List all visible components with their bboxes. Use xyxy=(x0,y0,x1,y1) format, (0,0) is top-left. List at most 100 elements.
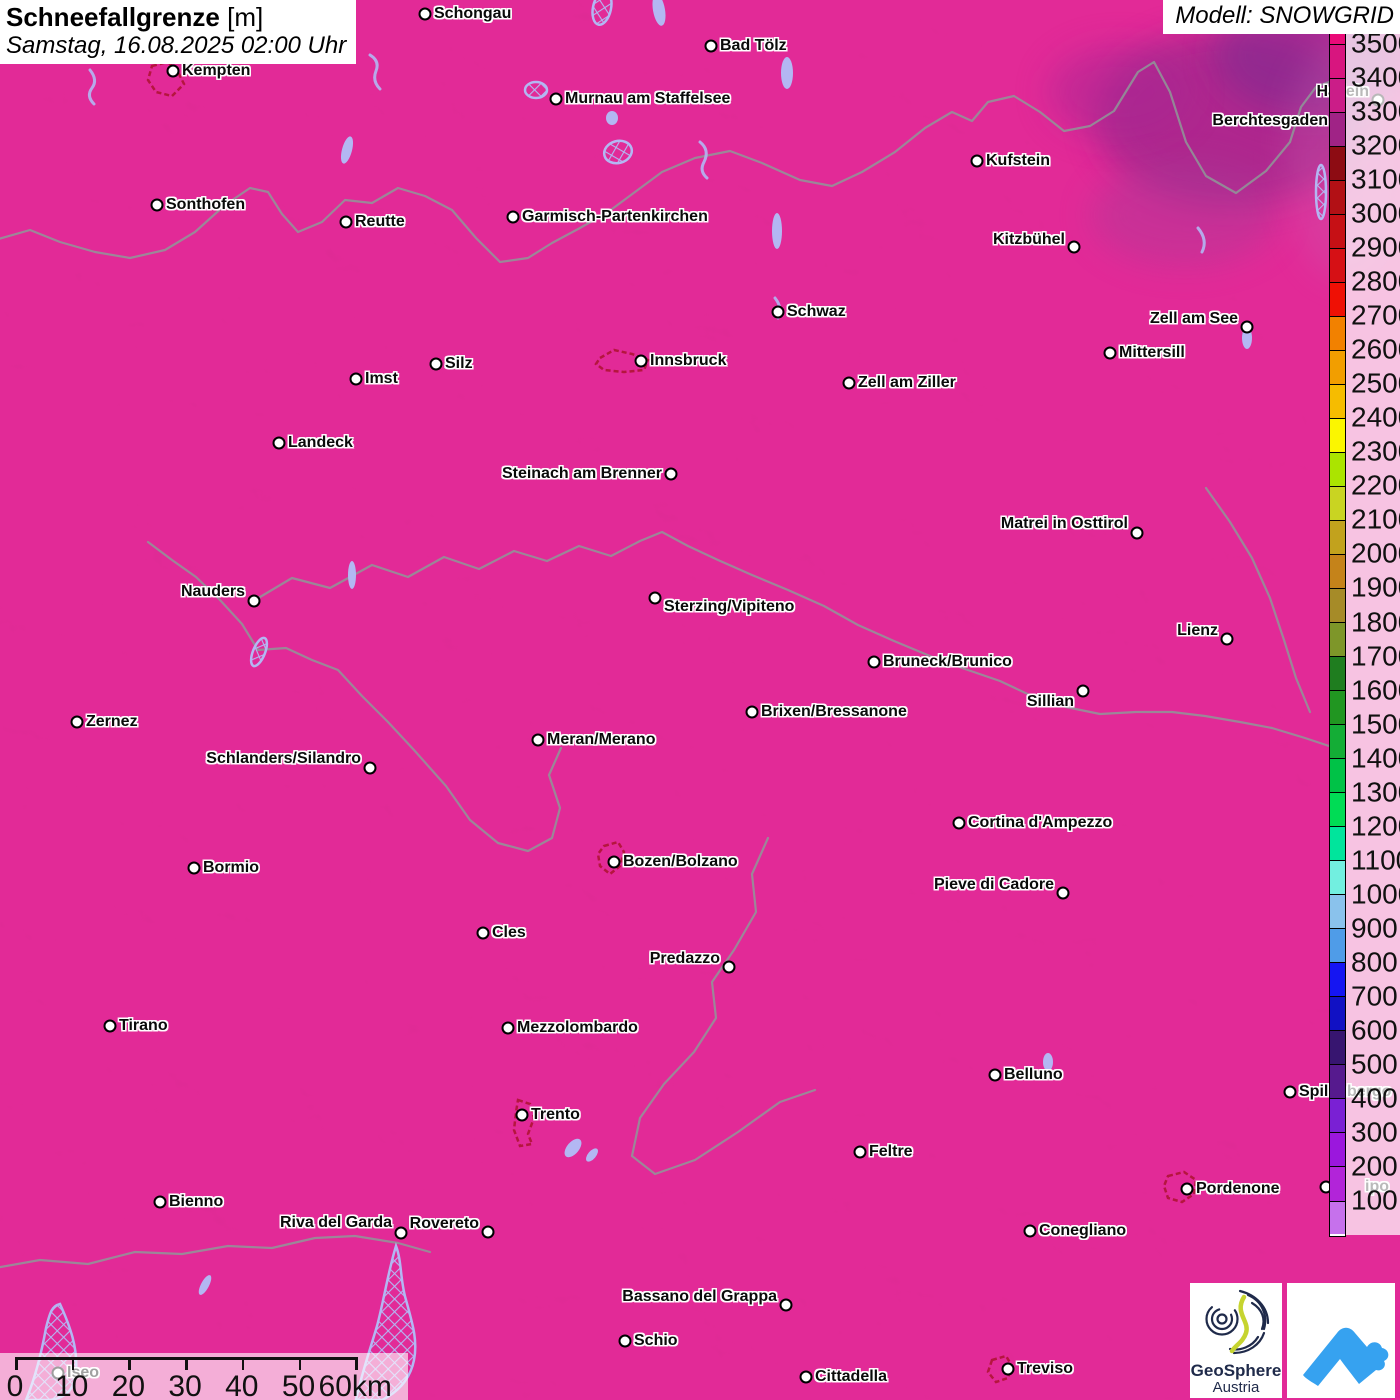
legend-segment xyxy=(1330,315,1345,350)
city-dot xyxy=(1056,886,1070,900)
city-label: Cortina d'Ampezzo xyxy=(968,814,1113,831)
legend-segment xyxy=(1330,587,1345,622)
legend-segment xyxy=(1330,43,1345,78)
city-dot xyxy=(549,92,563,106)
weather-map-page: Schongau Bad Tölz Kempten Murnau am Staffel… xyxy=(0,0,1400,1400)
legend-tick-label: 3000 xyxy=(1351,197,1400,229)
legend-segment xyxy=(1330,1132,1345,1167)
legend-segment xyxy=(1330,826,1345,861)
legend-tick-label: 1300 xyxy=(1351,776,1400,808)
city-label: Schongau xyxy=(434,5,512,22)
legend-tick-label: 600 xyxy=(1351,1014,1398,1046)
city-dot xyxy=(1067,240,1081,254)
city-label: Schwaz xyxy=(787,303,846,320)
city-label: Nauders xyxy=(180,583,245,600)
city-dot xyxy=(664,467,678,481)
city-label: Garmisch-Partenkirchen xyxy=(522,208,708,225)
city-label: Cittadella xyxy=(815,1368,888,1385)
title-text: Schneefallgrenze xyxy=(6,2,220,32)
city-dot xyxy=(722,960,736,974)
legend-segment xyxy=(1330,179,1345,214)
city-dot xyxy=(1103,346,1117,360)
legend-segment xyxy=(1330,281,1345,316)
city-label: Predazzo xyxy=(649,950,720,967)
legend-color-bar xyxy=(1329,28,1346,1237)
city-dot xyxy=(476,926,490,940)
city-label: Zell am See xyxy=(1149,310,1238,327)
city-label: Bruneck/Brunico xyxy=(883,653,1012,670)
city-label: Cles xyxy=(492,924,526,941)
legend-tick-label: 2100 xyxy=(1351,503,1400,535)
city-label: Riva del Garda xyxy=(279,1214,392,1231)
lake-achensee xyxy=(772,213,782,249)
city-dot xyxy=(153,1195,167,1209)
distance-scalebar: 0 10 20 30 40 50 60km xyxy=(0,1353,408,1400)
lake-gepatsch xyxy=(348,561,356,589)
scalebar-tick xyxy=(128,1357,131,1370)
legend-tick-label: 500 xyxy=(1351,1048,1398,1080)
map-title: Schneefallgrenze [m] xyxy=(6,2,346,32)
legend-segment xyxy=(1330,860,1345,895)
city-label: Murnau am Staffelsee xyxy=(565,90,731,107)
title-box: Schneefallgrenze [m] Samstag, 16.08.2025… xyxy=(0,0,357,64)
legend-tick-label: 3300 xyxy=(1351,95,1400,127)
city-label: Bassano del Grappa xyxy=(622,1288,777,1305)
legend-segment xyxy=(1330,213,1345,248)
city-label: Kitzbühel xyxy=(993,231,1065,248)
lake-kochelsee xyxy=(606,111,618,125)
city-label: Sterzing/Vipiteno xyxy=(664,598,795,615)
legend-segment xyxy=(1330,111,1345,146)
city-label: Meran/Merano xyxy=(547,731,656,748)
legend-tick-label: 100 xyxy=(1351,1184,1398,1216)
legend-tick-label: 900 xyxy=(1351,912,1398,944)
legend-segment xyxy=(1330,1166,1345,1201)
city-label: Mezzolombardo xyxy=(517,1019,638,1036)
scalebar-number: 0 xyxy=(6,1370,24,1400)
city-dot xyxy=(779,1298,793,1312)
scalebar-tick xyxy=(71,1357,75,1370)
city-dot xyxy=(339,215,353,229)
city-dot xyxy=(1283,1085,1297,1099)
city-dot xyxy=(363,761,377,775)
city-label: Brixen/Bressanone xyxy=(761,703,907,720)
scalebar-number: 60km xyxy=(318,1370,392,1400)
scalebar-number: 50 xyxy=(281,1370,316,1400)
scalebar-tick xyxy=(15,1357,18,1370)
city-dot xyxy=(745,705,759,719)
city-label: Sonthofen xyxy=(166,196,246,213)
city-label: Rovereto xyxy=(409,1215,479,1232)
legend-segment xyxy=(1330,758,1345,793)
city-dot xyxy=(349,372,363,386)
scalebar-number: 20 xyxy=(111,1370,146,1400)
lake-koenigssee xyxy=(1314,163,1328,221)
city-label: Trento xyxy=(531,1106,580,1123)
legend-segment xyxy=(1330,1200,1345,1234)
scalebar-tick xyxy=(185,1357,188,1370)
legend-segment xyxy=(1330,894,1345,929)
legend-tick-label: 400 xyxy=(1351,1082,1398,1114)
legend-tick-label: 2800 xyxy=(1351,265,1400,297)
geosphere-country: Austria xyxy=(1212,1379,1260,1396)
title-unit xyxy=(220,2,227,32)
legend-segment xyxy=(1330,792,1345,827)
city-label: Sillian xyxy=(1026,693,1074,710)
city-dot xyxy=(634,354,648,368)
scalebar-number: 10 xyxy=(55,1370,89,1400)
city-dot xyxy=(842,376,856,390)
legend-tick-label: 2000 xyxy=(1351,537,1400,569)
city-dot xyxy=(247,594,261,608)
city-label: Pieve di Cadore xyxy=(933,876,1054,893)
legend-segment xyxy=(1330,519,1345,554)
city-dot xyxy=(1130,526,1144,540)
geosphere-logo-box: GeoSphere Austria xyxy=(1190,1283,1282,1398)
legend-segment xyxy=(1330,1098,1345,1133)
city-dot xyxy=(418,7,432,21)
legend-tick-label: 2700 xyxy=(1351,299,1400,331)
city-label: Zernez xyxy=(86,713,138,730)
city-label: Conegliano xyxy=(1039,1222,1127,1239)
geosphere-swirl-icon xyxy=(1205,1289,1270,1355)
legend-tick-label: 2300 xyxy=(1351,435,1400,467)
city-label: Steinach am Brenner xyxy=(501,465,662,482)
city-dot xyxy=(1001,1362,1015,1376)
city-dot xyxy=(1240,320,1254,334)
